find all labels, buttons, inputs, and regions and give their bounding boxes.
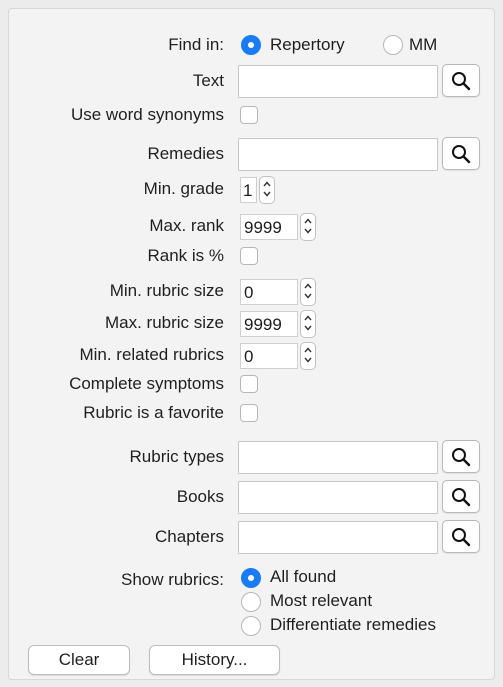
max-rank-row: Max. rank 9999 — [0, 211, 503, 241]
radio-repertory[interactable] — [241, 35, 261, 55]
books-search-button[interactable] — [442, 480, 480, 513]
radio-most-relevant[interactable] — [241, 592, 261, 612]
magnifier-icon — [452, 527, 471, 546]
rank-is-percent-label: Rank is % — [147, 246, 224, 265]
min-related-rubrics-label: Min. related rubrics — [79, 345, 224, 364]
remedies-label: Remedies — [147, 144, 224, 163]
clear-button[interactable]: Clear — [28, 645, 130, 675]
min-related-rubrics-stepper[interactable] — [300, 342, 316, 370]
books-row: Books — [0, 480, 503, 514]
remedies-search-button[interactable] — [442, 137, 480, 170]
max-rubric-size-input[interactable]: 9999 — [240, 311, 298, 337]
max-rank-stepper[interactable] — [300, 213, 316, 241]
history-button[interactable]: History... — [149, 645, 280, 675]
min-related-rubrics-input[interactable]: 0 — [240, 343, 298, 369]
rank-is-percent-checkbox[interactable] — [240, 247, 258, 265]
rank-is-percent-row: Rank is % — [0, 241, 503, 271]
chapters-search-button[interactable] — [442, 520, 480, 553]
text-label: Text — [192, 71, 224, 90]
remedies-row: Remedies — [0, 137, 503, 171]
magnifier-icon — [452, 447, 471, 466]
text-search-button[interactable] — [442, 64, 480, 97]
min-rubric-size-stepper[interactable] — [300, 278, 316, 306]
complete-symptoms-row: Complete symptoms — [0, 369, 503, 399]
min-related-rubrics-row: Min. related rubrics 0 — [0, 340, 503, 370]
radio-most-relevant-label[interactable]: Most relevant — [270, 589, 372, 613]
min-rubric-size-label: Min. rubric size — [109, 281, 224, 300]
min-rubric-size-input[interactable]: 0 — [240, 279, 298, 305]
rubric-is-favorite-row: Rubric is a favorite — [0, 398, 503, 428]
min-grade-row: Min. grade 1 — [0, 174, 503, 204]
rubric-types-search-button[interactable] — [442, 440, 480, 473]
use-word-synonyms-row: Use word synonyms — [0, 100, 503, 130]
text-input[interactable] — [238, 65, 438, 98]
max-rank-label: Max. rank — [149, 216, 224, 235]
radio-mm-label[interactable]: MM — [409, 33, 437, 57]
max-rubric-size-stepper[interactable] — [300, 310, 316, 338]
rubric-is-favorite-label: Rubric is a favorite — [83, 403, 224, 422]
complete-symptoms-label: Complete symptoms — [69, 374, 224, 393]
show-rubrics-group: Show rubrics: All found Most relevant Di… — [0, 565, 503, 643]
text-row: Text — [0, 64, 503, 98]
radio-all-found-label[interactable]: All found — [270, 565, 336, 589]
rubric-types-input[interactable] — [238, 441, 438, 474]
up-down-stepper-icon — [304, 283, 312, 299]
min-grade-stepper[interactable] — [259, 176, 275, 204]
find-in-row: Find in: Repertory MM — [0, 30, 503, 60]
up-down-stepper-icon — [304, 347, 312, 363]
radio-all-found[interactable] — [241, 568, 261, 588]
complete-symptoms-checkbox[interactable] — [240, 375, 258, 393]
min-grade-input[interactable]: 1 — [240, 177, 257, 203]
min-grade-label: Min. grade — [143, 179, 224, 198]
chapters-label: Chapters — [155, 527, 224, 546]
rubric-types-row: Rubric types — [0, 440, 503, 474]
chapters-row: Chapters — [0, 520, 503, 554]
books-label: Books — [176, 487, 224, 506]
up-down-stepper-icon — [263, 181, 271, 197]
show-rubrics-label: Show rubrics: — [121, 570, 224, 589]
radio-repertory-label[interactable]: Repertory — [270, 33, 345, 57]
radio-mm[interactable] — [383, 35, 403, 55]
magnifier-icon — [452, 71, 471, 90]
books-input[interactable] — [238, 481, 438, 514]
radio-differentiate-remedies-label[interactable]: Differentiate remedies — [270, 613, 436, 637]
use-word-synonyms-label: Use word synonyms — [70, 105, 224, 124]
use-word-synonyms-checkbox[interactable] — [240, 106, 258, 124]
magnifier-icon — [452, 144, 471, 163]
radio-differentiate-remedies[interactable] — [241, 616, 261, 636]
chapters-input[interactable] — [238, 521, 438, 554]
max-rank-input[interactable]: 9999 — [240, 214, 298, 240]
min-rubric-size-row: Min. rubric size 0 — [0, 276, 503, 306]
up-down-stepper-icon — [304, 218, 312, 234]
rubric-types-label: Rubric types — [129, 447, 224, 466]
max-rubric-size-label: Max. rubric size — [104, 313, 224, 332]
rubric-is-favorite-checkbox[interactable] — [240, 404, 258, 422]
find-in-label: Find in: — [168, 35, 224, 54]
remedies-input[interactable] — [238, 138, 438, 171]
max-rubric-size-row: Max. rubric size 9999 — [0, 308, 503, 338]
magnifier-icon — [452, 487, 471, 506]
up-down-stepper-icon — [304, 315, 312, 331]
